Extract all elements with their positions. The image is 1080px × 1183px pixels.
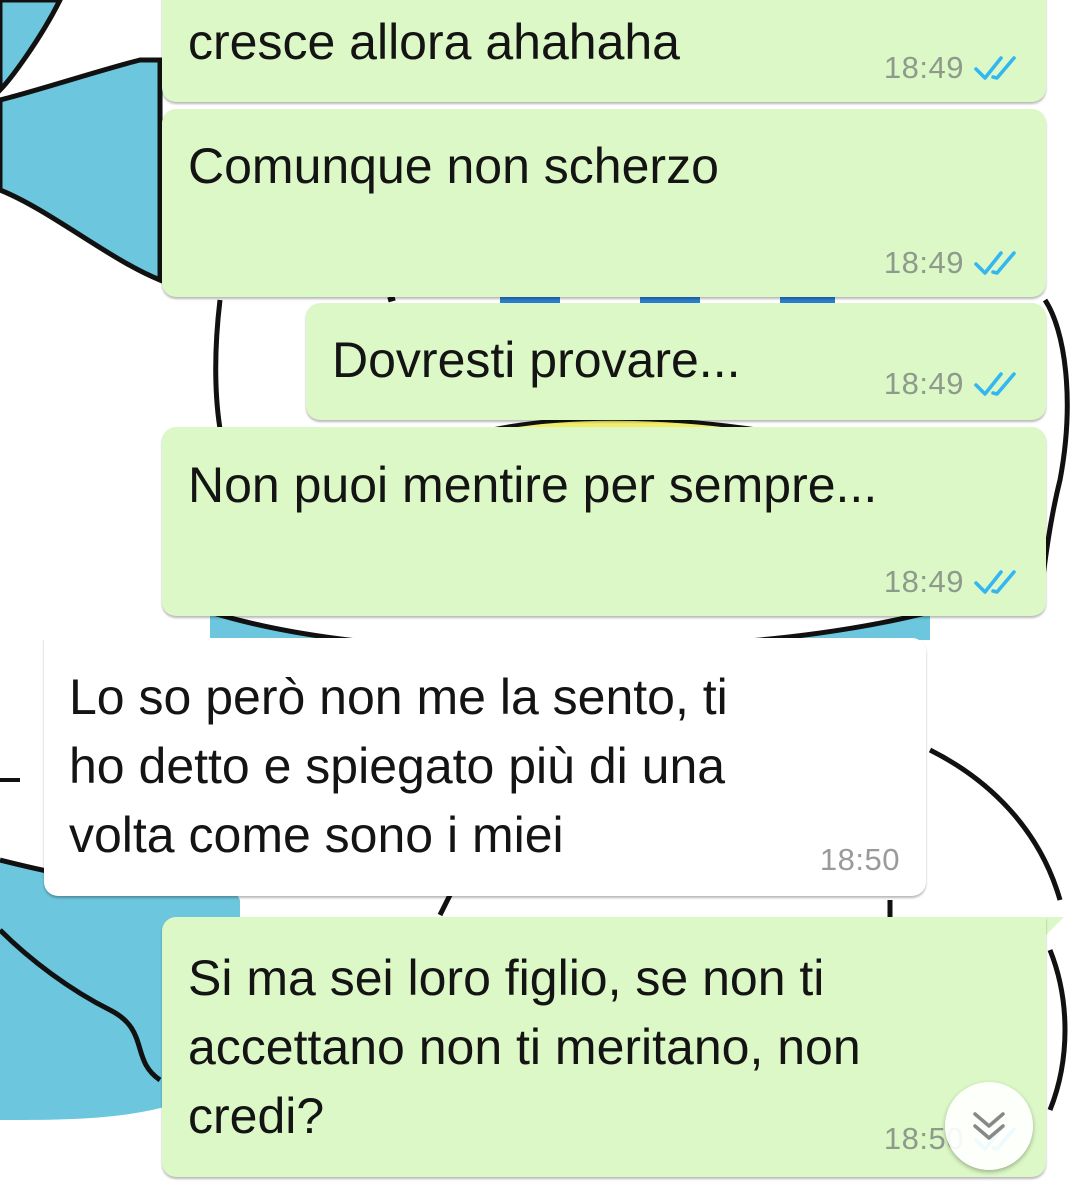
double-check-icon: [974, 251, 1016, 275]
message-time: 18:49: [883, 50, 964, 85]
scroll-to-bottom-button[interactable]: [945, 1082, 1033, 1170]
double-check-icon: [974, 570, 1016, 594]
message-meta: 18:50: [820, 840, 900, 880]
message-time: 18:49: [883, 564, 964, 599]
message-text-line-1: Lo so però non me la sento, ti: [69, 669, 728, 725]
message-text-line-1: Si ma sei loro figlio, se non ti: [188, 950, 825, 1006]
message-bubble-outgoing[interactable]: cresce allora ahahaha 18:49: [162, 0, 1046, 102]
message-text: Comunque non scherzo: [188, 138, 719, 194]
message-text: Dovresti provare...: [332, 332, 741, 388]
message-text-line-3: volta come sono i miei: [69, 807, 564, 863]
message-meta: 18:49: [884, 562, 1020, 602]
message-bubble-outgoing[interactable]: Si ma sei loro figlio, se non ti accetta…: [162, 917, 1046, 1177]
message-bubble-outgoing[interactable]: Dovresti provare... 18:49: [306, 303, 1046, 420]
double-check-icon: [974, 56, 1016, 80]
message-text: Non puoi mentire per sempre...: [188, 457, 878, 513]
message-text: cresce allora ahahaha: [188, 14, 680, 70]
message-text-line-3: credi?: [188, 1088, 325, 1144]
message-time: 18:49: [883, 366, 964, 401]
message-meta: 18:49: [884, 243, 1020, 283]
message-bubble-incoming[interactable]: Lo so però non me la sento, ti ho detto …: [44, 638, 926, 896]
double-check-icon: [974, 372, 1016, 396]
message-bubble-outgoing[interactable]: Comunque non scherzo 18:49: [162, 109, 1046, 297]
message-time: 18:50: [819, 842, 900, 877]
message-meta: 18:49: [884, 364, 1020, 404]
message-text-line-2: accettano non ti meritano, non: [188, 1019, 861, 1075]
double-chevron-down-icon: [973, 1112, 1005, 1140]
message-time: 18:49: [883, 245, 964, 280]
message-bubble-outgoing[interactable]: Non puoi mentire per sempre... 18:49: [162, 427, 1046, 616]
message-meta: 18:49: [884, 48, 1020, 88]
message-text-line-2: ho detto e spiegato più di una: [69, 738, 726, 794]
